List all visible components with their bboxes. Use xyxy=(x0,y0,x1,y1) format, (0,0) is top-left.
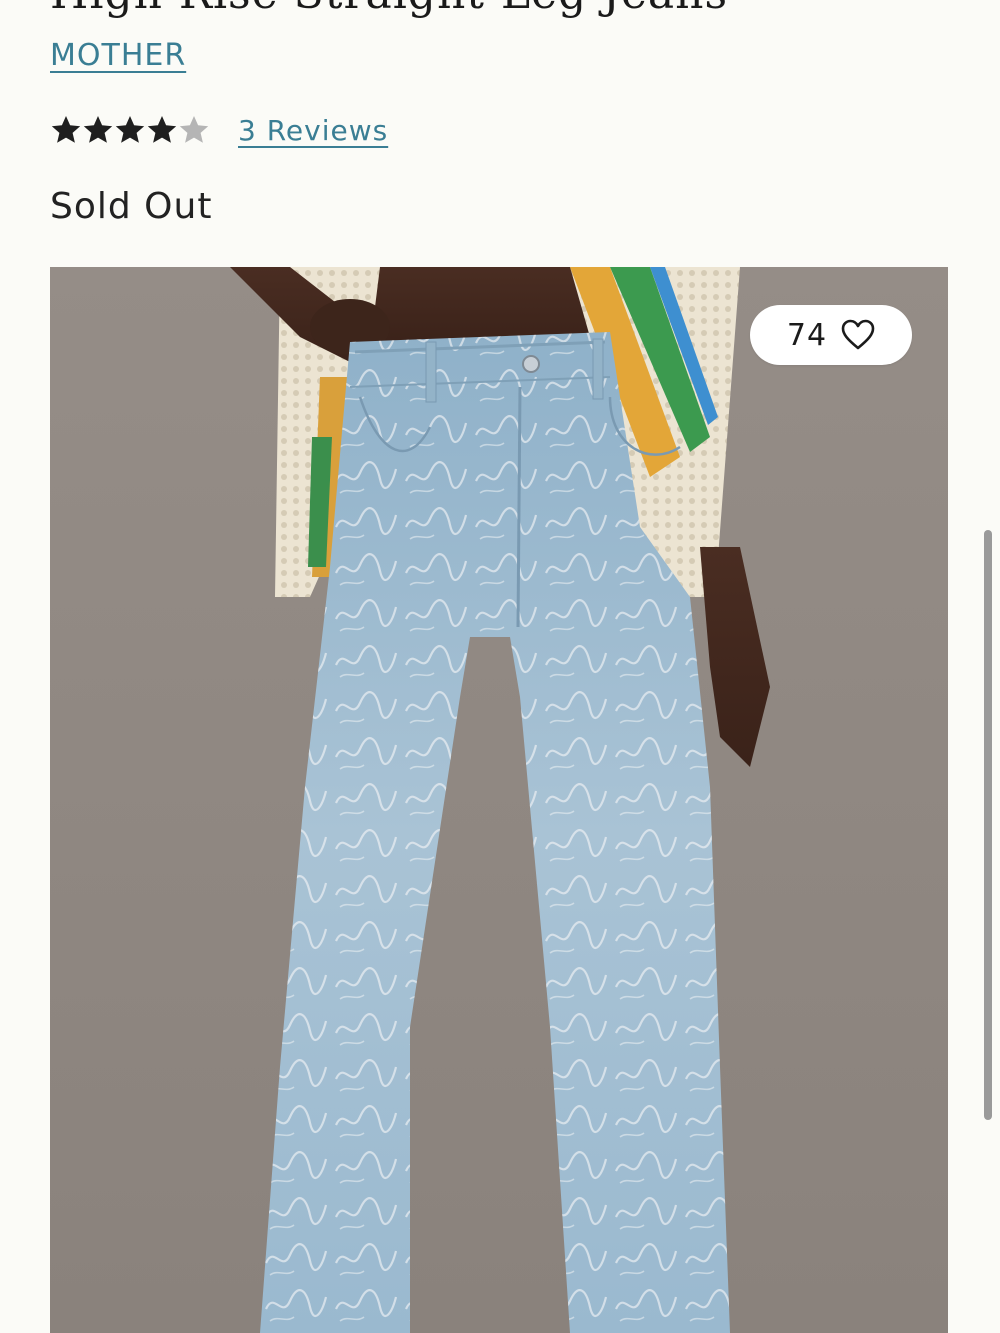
availability-status: Sold Out xyxy=(50,186,213,227)
jeans-photo xyxy=(50,267,948,1333)
product-title: High-Rise Straight-Leg Jeans xyxy=(50,0,728,19)
product-page: High-Rise Straight-Leg Jeans MOTHER 3 Re… xyxy=(0,0,1000,1333)
heart-outline-icon xyxy=(841,319,875,351)
star-empty-icon xyxy=(178,114,210,146)
brand-link[interactable]: MOTHER xyxy=(50,38,186,73)
favorite-count: 74 xyxy=(786,317,828,353)
star-rating xyxy=(50,114,210,146)
star-filled-icon xyxy=(114,114,146,146)
star-filled-icon xyxy=(146,114,178,146)
product-image[interactable] xyxy=(50,267,948,1333)
star-filled-icon xyxy=(82,114,114,146)
scrollbar-thumb[interactable] xyxy=(984,530,992,1120)
star-filled-icon xyxy=(50,114,82,146)
favorite-button[interactable]: 74 xyxy=(750,305,912,365)
page-scrollbar[interactable] xyxy=(984,530,992,1120)
reviews-link[interactable]: 3 Reviews xyxy=(238,114,388,147)
rating-row: 3 Reviews xyxy=(50,108,388,152)
